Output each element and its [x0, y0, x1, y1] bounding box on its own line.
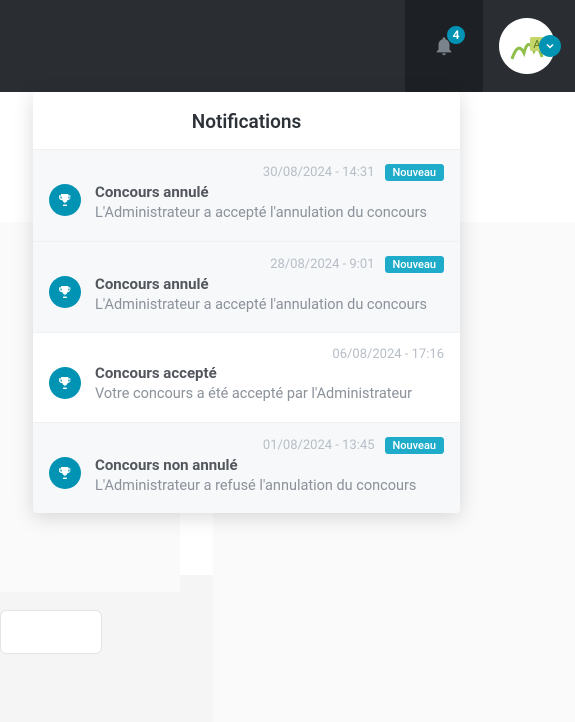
chevron-down-icon: [539, 35, 561, 57]
notifications-dropdown: Notifications 30/08/2024 - 14:31 Nouveau C…: [33, 92, 460, 513]
notification-body: 30/08/2024 - 14:31 Nouveau Concours annulé…: [95, 164, 444, 223]
notification-count-badge: 4: [447, 26, 465, 44]
notification-meta: 06/08/2024 - 17:16: [95, 347, 444, 362]
trophy-icon: [49, 367, 81, 399]
top-nav-bar: 4 A: [0, 0, 575, 92]
notification-title: Concours annulé: [95, 275, 444, 293]
notification-meta: 30/08/2024 - 14:31 Nouveau: [95, 164, 444, 181]
user-menu-button[interactable]: A: [499, 18, 555, 74]
notification-body: 01/08/2024 - 13:45 Nouveau Concours non an…: [95, 437, 444, 496]
notification-title: Concours accepté: [95, 364, 444, 382]
dropdown-title: Notifications: [33, 92, 460, 149]
notification-time: 28/08/2024 - 9:01: [270, 257, 374, 272]
new-badge: Nouveau: [385, 256, 445, 273]
notification-desc: L'Administrateur a refusé l'annulation d…: [95, 476, 444, 496]
bg-button-hint: [0, 610, 102, 654]
notification-title: Concours annulé: [95, 183, 444, 201]
notification-desc: L'Administrateur a accepté l'annulation …: [95, 295, 444, 315]
notifications-list: 30/08/2024 - 14:31 Nouveau Concours annulé…: [33, 149, 460, 513]
trophy-icon: [49, 184, 81, 216]
notification-meta: 01/08/2024 - 13:45 Nouveau: [95, 437, 444, 454]
notification-body: 06/08/2024 - 17:16 Concours accepté Votre …: [95, 347, 444, 404]
notification-time: 01/08/2024 - 13:45: [263, 438, 375, 453]
new-badge: Nouveau: [385, 164, 445, 181]
notification-item[interactable]: 30/08/2024 - 14:31 Nouveau Concours annulé…: [33, 149, 460, 241]
trophy-icon: [49, 457, 81, 489]
notification-item[interactable]: 06/08/2024 - 17:16 Concours accepté Votre …: [33, 332, 460, 422]
notification-body: 28/08/2024 - 9:01 Nouveau Concours annulé L…: [95, 256, 444, 315]
notifications-button[interactable]: 4: [405, 0, 483, 92]
notification-time: 30/08/2024 - 14:31: [263, 165, 375, 180]
notification-item[interactable]: 01/08/2024 - 13:45 Nouveau Concours non an…: [33, 422, 460, 514]
notification-desc: L'Administrateur a accepté l'annulation …: [95, 203, 444, 223]
trophy-icon: [49, 276, 81, 308]
notification-time: 06/08/2024 - 17:16: [332, 347, 444, 362]
notification-item[interactable]: 28/08/2024 - 9:01 Nouveau Concours annulé L…: [33, 241, 460, 333]
new-badge: Nouveau: [385, 437, 445, 454]
notification-title: Concours non annulé: [95, 456, 444, 474]
notification-meta: 28/08/2024 - 9:01 Nouveau: [95, 256, 444, 273]
notification-desc: Votre concours a été accepté par l'Admin…: [95, 384, 444, 404]
